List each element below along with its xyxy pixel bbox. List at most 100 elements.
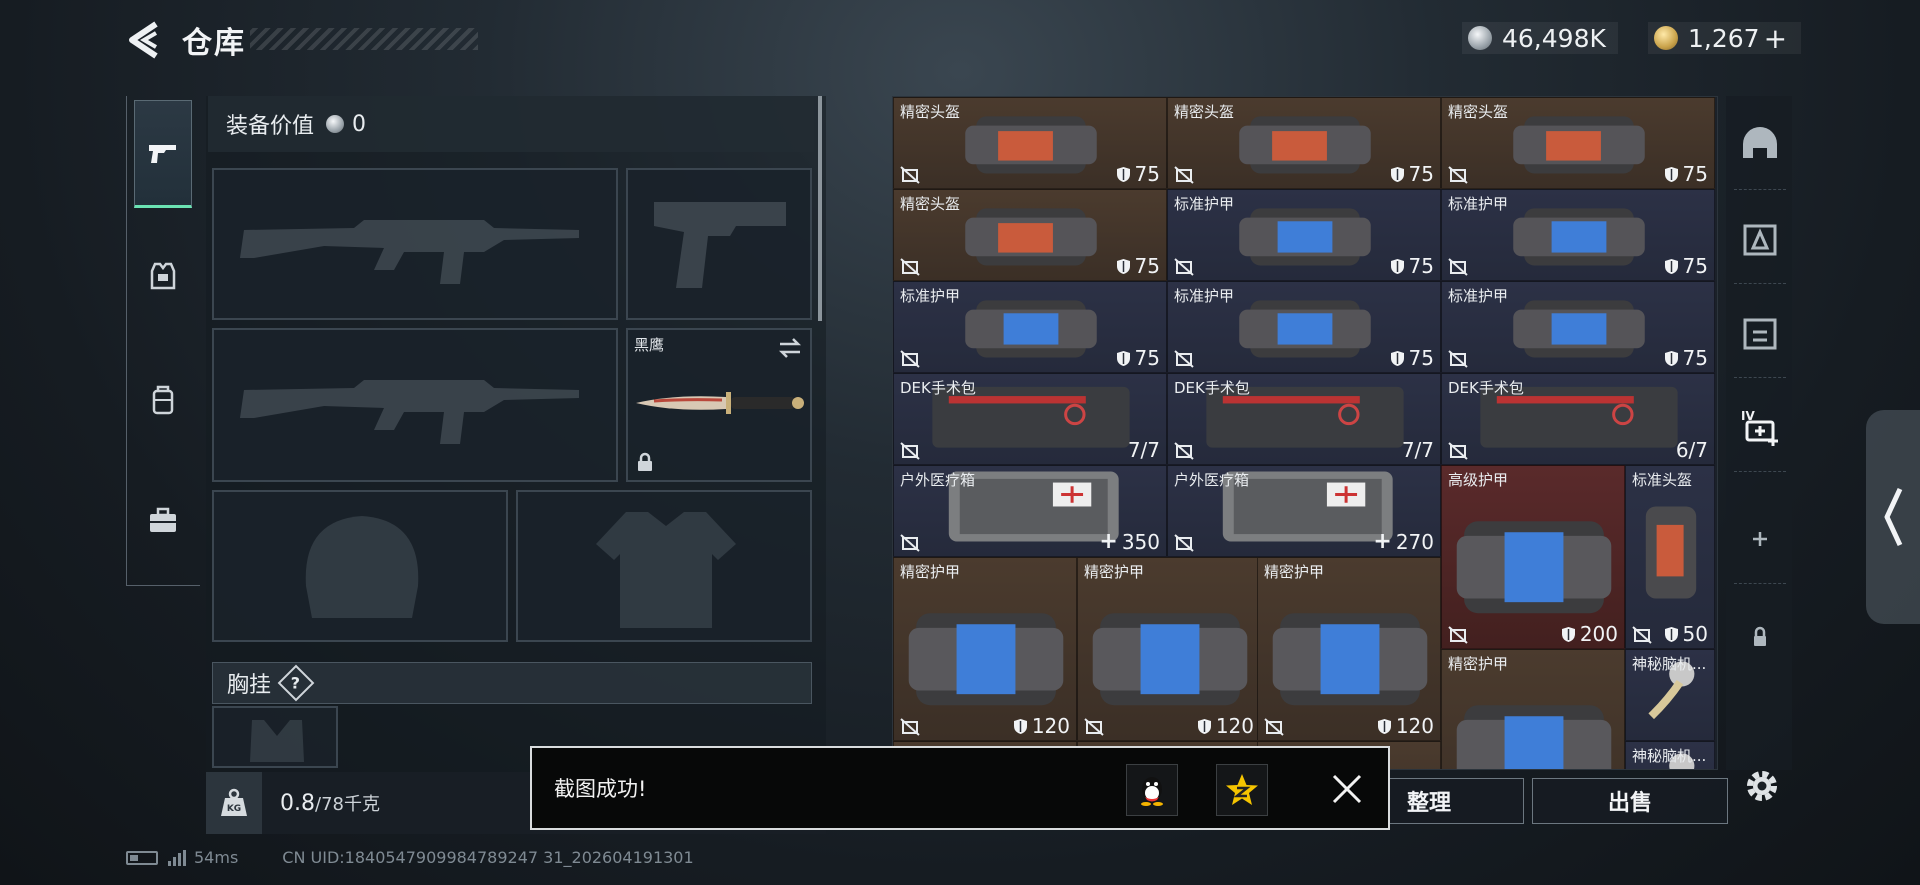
helmet-slot[interactable] bbox=[212, 490, 508, 642]
gear-icon[interactable] bbox=[1740, 764, 1784, 808]
stash-item[interactable]: 标准护甲 75 bbox=[1167, 189, 1441, 281]
chevron-left-icon bbox=[1884, 487, 1903, 547]
stash-item[interactable]: 神秘脑机... bbox=[1625, 741, 1715, 769]
health-plus-icon: + bbox=[1373, 529, 1392, 554]
stash-item-name: 神秘脑机... bbox=[1632, 747, 1707, 765]
stash-tab-medical[interactable]: IV bbox=[1734, 382, 1786, 472]
user-uid: CN UID:1840547909984789247 31_2026041913… bbox=[282, 848, 694, 867]
pistol-slot[interactable] bbox=[626, 168, 812, 320]
not-insured-icon bbox=[1174, 350, 1194, 368]
category-case[interactable] bbox=[134, 466, 192, 574]
weight-icon: KG bbox=[206, 772, 262, 834]
stash-item[interactable]: 标准护甲 75 bbox=[1441, 189, 1715, 281]
durability-shield-icon bbox=[1561, 626, 1575, 642]
stash-item[interactable]: 标准护甲 75 bbox=[1441, 281, 1715, 373]
stash-item-value: 120 bbox=[1377, 714, 1434, 738]
status-bar: 54ms CN UID:1840547909984789247 31_20260… bbox=[126, 848, 694, 867]
category-armor[interactable] bbox=[134, 222, 192, 330]
stash-tab-armor[interactable] bbox=[1734, 194, 1786, 284]
stash-item-name: 精密头盔 bbox=[900, 195, 961, 213]
melee-slot[interactable]: 黑鹰 bbox=[626, 328, 812, 482]
stash-item-name: 精密头盔 bbox=[1174, 103, 1235, 121]
stash-item[interactable]: 精密头盔 75 bbox=[1441, 97, 1715, 189]
rifle-silhouette-icon bbox=[240, 220, 579, 284]
weight-current: 0.8 bbox=[280, 791, 315, 816]
stash-item-value-text: 75 bbox=[1682, 346, 1708, 370]
stash-tab-locked[interactable] bbox=[1734, 592, 1786, 682]
stash-item-name: DEK手术包 bbox=[1174, 379, 1250, 397]
collapse-panel-handle[interactable] bbox=[1866, 410, 1920, 624]
chest-rig-slot[interactable] bbox=[212, 706, 338, 768]
stash-item[interactable]: 高级护甲 200 bbox=[1441, 465, 1625, 649]
medical-tab-icon: IV bbox=[1741, 409, 1778, 446]
stash-tab-armor-alt[interactable] bbox=[1734, 288, 1786, 378]
gold-currency[interactable]: 1,267 + bbox=[1648, 22, 1802, 55]
pistol-icon bbox=[149, 145, 176, 163]
back-arrow-icon[interactable] bbox=[126, 20, 162, 60]
stash-item-value-text: 120 bbox=[1215, 714, 1254, 738]
stash-item[interactable]: 户外医疗箱 +270 bbox=[1167, 465, 1441, 557]
stash-item-name: DEK手术包 bbox=[1448, 379, 1524, 397]
stash-item[interactable]: 精密护甲 120 bbox=[893, 557, 1077, 741]
battery-icon bbox=[126, 850, 158, 865]
close-icon[interactable] bbox=[1328, 770, 1366, 808]
stash-item-name: 标准护甲 bbox=[1448, 195, 1509, 213]
stash-item-value-text: 75 bbox=[1408, 162, 1434, 186]
weight-max: /78千克 bbox=[315, 794, 380, 815]
stash-item[interactable]: 精密护甲 bbox=[1441, 649, 1625, 769]
armor-alt-tab-icon bbox=[1743, 318, 1777, 349]
title-decoration bbox=[250, 28, 478, 50]
silver-coin-icon bbox=[1468, 26, 1492, 50]
not-insured-icon bbox=[900, 442, 920, 460]
stash-item[interactable]: 标准护甲 75 bbox=[893, 281, 1167, 373]
stash-item-value-text: 350 bbox=[1121, 529, 1160, 554]
stash-item[interactable]: 标准头盔 50 bbox=[1625, 465, 1715, 649]
sell-button[interactable]: 出售 bbox=[1532, 778, 1728, 824]
stash-item-name: 精密头盔 bbox=[900, 103, 961, 121]
stash-tab-add[interactable] bbox=[1734, 494, 1786, 584]
category-weapons[interactable] bbox=[134, 100, 192, 208]
not-insured-icon bbox=[900, 718, 920, 736]
briefcase-icon bbox=[150, 507, 176, 532]
lock-icon bbox=[638, 452, 652, 471]
stash-item-value: 75 bbox=[1116, 162, 1160, 186]
share-qq-button[interactable] bbox=[1126, 764, 1178, 816]
stash-item[interactable]: 神秘脑机... bbox=[1625, 649, 1715, 741]
share-qzone-button[interactable] bbox=[1216, 764, 1268, 816]
stash-tab-helmet[interactable] bbox=[1734, 100, 1786, 190]
secondary-weapon-slot[interactable] bbox=[212, 328, 618, 482]
stash-item[interactable]: 精密护甲 120 bbox=[1077, 557, 1261, 741]
qzone-star-icon bbox=[1226, 774, 1258, 805]
not-insured-icon bbox=[1448, 166, 1468, 184]
stash-item[interactable]: 精密护甲 120 bbox=[1257, 557, 1441, 741]
durability-shield-icon bbox=[1390, 350, 1404, 366]
silver-amount: 46,498K bbox=[1502, 23, 1606, 53]
stash-item[interactable]: DEK手术包 6/7 bbox=[1441, 373, 1715, 465]
not-insured-icon bbox=[1174, 258, 1194, 276]
not-insured-icon bbox=[1264, 718, 1284, 736]
stash-item[interactable]: 精密头盔 75 bbox=[1167, 97, 1441, 189]
swap-icon[interactable] bbox=[778, 336, 802, 360]
equipment-scrollbar[interactable] bbox=[818, 96, 822, 321]
stash-item-name: 精密护甲 bbox=[1448, 655, 1509, 673]
stash-item-name: 精密护甲 bbox=[1264, 563, 1325, 581]
armor-slot[interactable] bbox=[516, 490, 812, 642]
stash-item-name: 标准护甲 bbox=[1174, 195, 1235, 213]
helmet-tab-icon bbox=[1743, 126, 1777, 158]
primary-weapon-slot[interactable] bbox=[212, 168, 618, 320]
stash-item[interactable]: DEK手术包 7/7 bbox=[893, 373, 1167, 465]
stash-item-name: 标准护甲 bbox=[900, 287, 961, 305]
stash-item[interactable]: 户外医疗箱 +350 bbox=[893, 465, 1167, 557]
stash-item[interactable]: 标准护甲 75 bbox=[1167, 281, 1441, 373]
help-icon[interactable]: ? bbox=[277, 664, 315, 702]
stash-item-name: 标准护甲 bbox=[1448, 287, 1509, 305]
stash-item[interactable]: DEK手术包 7/7 bbox=[1167, 373, 1441, 465]
stash-item[interactable]: 精密头盔 75 bbox=[893, 97, 1167, 189]
lock-tab-icon bbox=[1754, 626, 1766, 646]
stash-item[interactable]: 精密头盔 75 bbox=[893, 189, 1167, 281]
durability-shield-icon bbox=[1390, 166, 1404, 182]
add-gold-button[interactable]: + bbox=[1764, 22, 1787, 55]
not-insured-icon bbox=[1632, 626, 1652, 644]
stash-item-name: 神秘脑机... bbox=[1632, 655, 1707, 673]
category-backpack[interactable] bbox=[134, 346, 192, 454]
